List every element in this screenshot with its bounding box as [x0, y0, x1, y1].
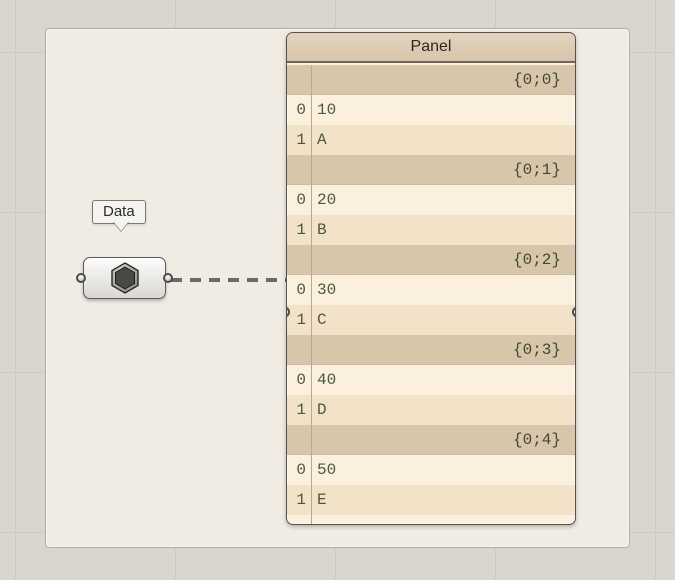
panel-component[interactable]: Panel {0;0}0101A{0;1}0201B{0;2}0301C{0;3… [286, 32, 576, 525]
row-value: 30 [311, 281, 336, 299]
tooltip-tail-icon [113, 221, 129, 231]
row-index: 1 [287, 401, 311, 419]
row-index: 1 [287, 311, 311, 329]
row-value: 20 [311, 191, 336, 209]
value-row: 050 [287, 455, 575, 485]
row-index: 0 [287, 371, 311, 389]
value-row: 020 [287, 185, 575, 215]
row-index: 1 [287, 131, 311, 149]
branch-header: {0;2} [287, 245, 575, 275]
row-value: 10 [311, 101, 336, 119]
row-index: 0 [287, 281, 311, 299]
panel-body: {0;0}0101A{0;1}0201B{0;2}0301C{0;3}0401D… [287, 65, 575, 524]
row-value: A [311, 131, 327, 149]
panel-output-grip[interactable] [572, 307, 576, 318]
row-index: 1 [287, 221, 311, 239]
input-grip[interactable] [76, 273, 86, 283]
row-index: 1 [287, 491, 311, 509]
row-value: B [311, 221, 327, 239]
value-row: 030 [287, 275, 575, 305]
branch-header: {0;1} [287, 155, 575, 185]
row-value: 50 [311, 461, 336, 479]
branch-header: {0;4} [287, 425, 575, 455]
row-value: E [311, 491, 327, 509]
row-value: 40 [311, 371, 336, 389]
value-row: 1B [287, 215, 575, 245]
output-grip[interactable] [163, 273, 173, 283]
value-row: 1E [287, 485, 575, 515]
data-component[interactable] [83, 257, 166, 299]
hexagon-icon [108, 261, 142, 295]
value-row: 1D [287, 395, 575, 425]
row-value: C [311, 311, 327, 329]
branch-header: {0;3} [287, 335, 575, 365]
value-row: 010 [287, 95, 575, 125]
branch-header: {0;0} [287, 65, 575, 95]
index-gutter [311, 65, 312, 524]
row-value: D [311, 401, 327, 419]
value-row: 1A [287, 125, 575, 155]
row-index: 0 [287, 191, 311, 209]
panel-title: Panel [287, 33, 575, 63]
value-row: 040 [287, 365, 575, 395]
value-row: 1C [287, 305, 575, 335]
row-index: 0 [287, 101, 311, 119]
row-index: 0 [287, 461, 311, 479]
